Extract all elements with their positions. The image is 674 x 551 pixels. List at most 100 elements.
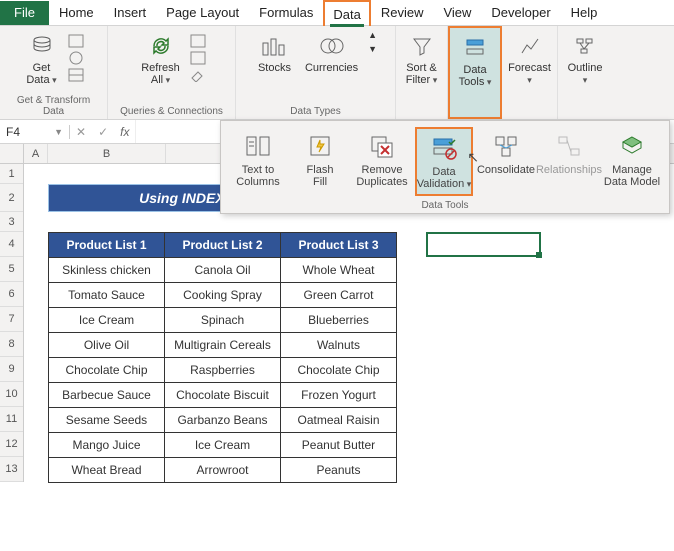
data-type-nav: ▲ ▼	[368, 30, 377, 54]
refresh-all-button[interactable]: Refresh All	[137, 30, 184, 88]
from-text-icon[interactable]	[68, 34, 86, 48]
data-tools-button[interactable]: Data Tools	[455, 32, 496, 90]
table-row: Mango JuiceIce CreamPeanut Butter	[49, 433, 397, 458]
row-header[interactable]: 3	[0, 212, 23, 232]
tab-formulas[interactable]: Formulas	[249, 0, 323, 26]
cell[interactable]: Arrowroot	[165, 458, 281, 483]
chevron-down-icon[interactable]: ▼	[368, 44, 377, 54]
col-header-a[interactable]: A	[24, 144, 48, 163]
tab-home[interactable]: Home	[49, 0, 104, 26]
from-table-icon[interactable]	[68, 68, 86, 82]
database-icon	[28, 32, 56, 60]
file-tab[interactable]: File	[0, 1, 49, 25]
edit-links-icon[interactable]	[190, 68, 206, 82]
consolidate-button[interactable]: Consolidate	[477, 127, 535, 196]
data-tools-flyout: Text to Columns Flash Fill Remove Duplic…	[220, 120, 670, 214]
cell[interactable]: Raspberries	[165, 358, 281, 383]
row-header[interactable]: 4	[0, 232, 23, 257]
tab-view[interactable]: View	[433, 0, 481, 26]
stocks-label: Stocks	[258, 62, 291, 74]
stocks-button[interactable]: Stocks	[254, 30, 295, 76]
cell[interactable]: Green Carrot	[281, 283, 397, 308]
tab-page-layout[interactable]: Page Layout	[156, 0, 249, 26]
refresh-icon	[147, 32, 175, 60]
cell[interactable]: Mango Juice	[49, 433, 165, 458]
name-box[interactable]: F4 ▼	[0, 125, 70, 139]
queries-icon[interactable]	[190, 34, 206, 48]
currencies-button[interactable]: Currencies	[301, 30, 362, 76]
row-header[interactable]: 6	[0, 282, 23, 307]
row-header[interactable]: 11	[0, 407, 23, 432]
cell[interactable]: Spinach	[165, 308, 281, 333]
cancel-icon[interactable]: ✕	[70, 125, 92, 139]
cell[interactable]: Chocolate Chip	[49, 358, 165, 383]
cell[interactable]: Multigrain Cereals	[165, 333, 281, 358]
tab-help[interactable]: Help	[561, 0, 608, 26]
cell[interactable]: Whole Wheat	[281, 258, 397, 283]
properties-icon[interactable]	[190, 51, 206, 65]
cell[interactable]: Barbecue Sauce	[49, 383, 165, 408]
from-web-icon[interactable]	[68, 51, 86, 65]
cell[interactable]: Garbanzo Beans	[165, 408, 281, 433]
cell[interactable]: Peanuts	[281, 458, 397, 483]
cell[interactable]: Skinless chicken	[49, 258, 165, 283]
cell[interactable]: Peanut Butter	[281, 433, 397, 458]
menu-bar: File Home Insert Page Layout Formulas Da…	[0, 0, 674, 26]
consolidate-icon	[491, 131, 521, 161]
cell[interactable]: Cooking Spray	[165, 283, 281, 308]
cell[interactable]: Walnuts	[281, 333, 397, 358]
row-header[interactable]: 8	[0, 332, 23, 357]
cell[interactable]: Tomato Sauce	[49, 283, 165, 308]
cell[interactable]: Frozen Yogurt	[281, 383, 397, 408]
ribbon: Get Data Get & Transform Data Refresh Al…	[0, 26, 674, 120]
row-header[interactable]: 7	[0, 307, 23, 332]
chevron-up-icon[interactable]: ▲	[368, 30, 377, 40]
text-to-columns-button[interactable]: Text to Columns	[229, 127, 287, 196]
table-row: Barbecue SauceChocolate BiscuitFrozen Yo…	[49, 383, 397, 408]
cell[interactable]: Wheat Bread	[49, 458, 165, 483]
select-all-corner[interactable]	[0, 144, 24, 164]
row-header[interactable]: 12	[0, 432, 23, 457]
selected-cell-f4[interactable]	[426, 232, 541, 257]
cell[interactable]: Canola Oil	[165, 258, 281, 283]
data-model-icon	[617, 131, 647, 161]
row-header[interactable]: 2	[0, 184, 23, 212]
data-validation-button[interactable]: Data Validation ↖	[415, 127, 473, 196]
tab-insert[interactable]: Insert	[104, 0, 157, 26]
manage-data-model-button[interactable]: Manage Data Model	[603, 127, 661, 196]
cell[interactable]: Chocolate Chip	[281, 358, 397, 383]
cell[interactable]: Oatmeal Raisin	[281, 408, 397, 433]
row-header[interactable]: 1	[0, 164, 23, 184]
cell[interactable]: Ice Cream	[49, 308, 165, 333]
name-box-value: F4	[6, 125, 20, 139]
tab-developer[interactable]: Developer	[481, 0, 560, 26]
forecast-button[interactable]: Forecast	[504, 30, 555, 88]
tab-data[interactable]: Data	[323, 0, 370, 26]
table-header[interactable]: Product List 1	[49, 233, 165, 258]
fx-icon[interactable]: fx	[114, 125, 135, 139]
cell[interactable]: Ice Cream	[165, 433, 281, 458]
get-data-button[interactable]: Get Data	[22, 30, 62, 88]
group-label: Queries & Connections	[120, 104, 223, 117]
row-header[interactable]: 9	[0, 357, 23, 382]
cell[interactable]: Sesame Seeds	[49, 408, 165, 433]
outline-button[interactable]: Outline	[564, 30, 607, 88]
relationships-icon	[554, 131, 584, 161]
enter-icon[interactable]: ✓	[92, 125, 114, 139]
cell[interactable]: Olive Oil	[49, 333, 165, 358]
flash-fill-button[interactable]: Flash Fill	[291, 127, 349, 196]
remove-duplicates-button[interactable]: Remove Duplicates	[353, 127, 411, 196]
chevron-down-icon[interactable]: ▼	[54, 127, 63, 137]
tab-review[interactable]: Review	[371, 0, 434, 26]
data-tools-icon	[461, 34, 489, 62]
row-header[interactable]: 5	[0, 257, 23, 282]
table-header[interactable]: Product List 2	[165, 233, 281, 258]
row-header[interactable]: 10	[0, 382, 23, 407]
col-header-b[interactable]: B	[48, 144, 166, 163]
cell[interactable]: Chocolate Biscuit	[165, 383, 281, 408]
cell[interactable]: Blueberries	[281, 308, 397, 333]
table-header[interactable]: Product List 3	[281, 233, 397, 258]
group-data-tools: Data Tools	[448, 26, 502, 119]
sort-filter-button[interactable]: Sort & Filter	[402, 30, 442, 88]
row-header[interactable]: 13	[0, 457, 23, 482]
